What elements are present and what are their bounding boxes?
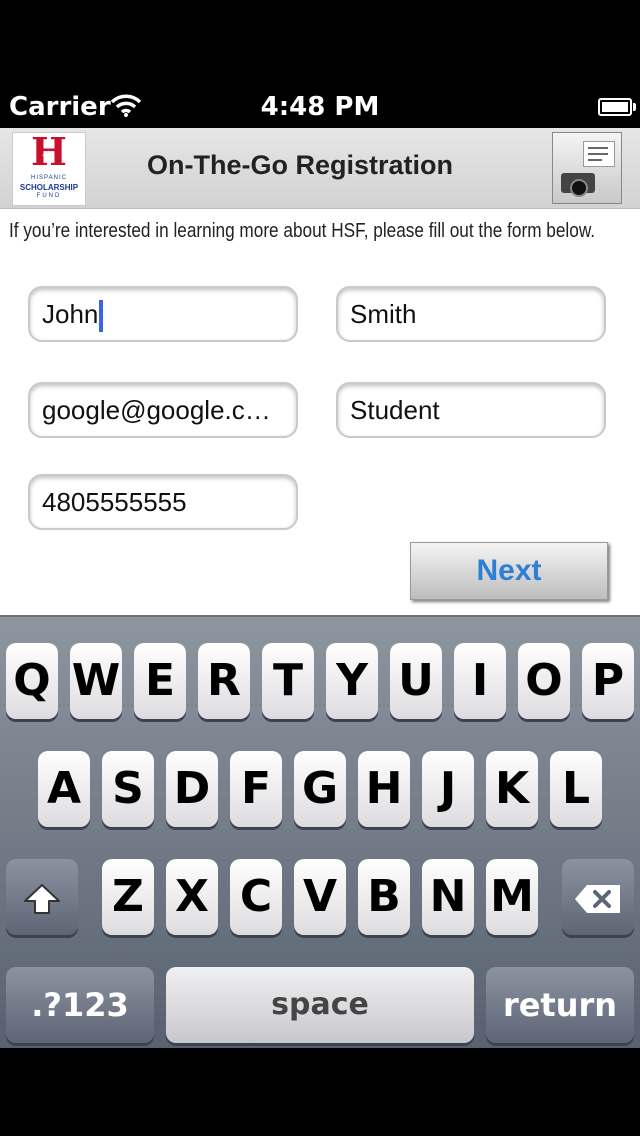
- intro-text: If you’re interested in learning more ab…: [9, 220, 596, 242]
- first-name-value: John: [42, 299, 99, 329]
- keyboard: Q W E R T Y U I O P A S D F G H J K L Z …: [0, 615, 640, 1050]
- key-k[interactable]: K: [486, 751, 538, 827]
- key-n[interactable]: N: [422, 859, 474, 935]
- key-o[interactable]: O: [518, 643, 570, 719]
- key-p[interactable]: P: [582, 643, 634, 719]
- key-m[interactable]: M: [486, 859, 538, 935]
- return-key[interactable]: return: [486, 967, 634, 1043]
- numbers-key[interactable]: .?123: [6, 967, 154, 1043]
- key-c[interactable]: C: [230, 859, 282, 935]
- key-s[interactable]: S: [102, 751, 154, 827]
- key-b[interactable]: B: [358, 859, 410, 935]
- delete-key[interactable]: [562, 859, 634, 935]
- next-button[interactable]: Next: [410, 542, 608, 600]
- key-j[interactable]: J: [422, 751, 474, 827]
- key-g[interactable]: G: [294, 751, 346, 827]
- shift-icon: [24, 884, 60, 914]
- key-e[interactable]: E: [134, 643, 186, 719]
- camera-button[interactable]: [552, 132, 622, 204]
- registration-screen: H ★ HISPANIC SCHOLARSHIP FUND On-The-Go …: [0, 128, 640, 615]
- phone-field[interactable]: 4805555555: [28, 474, 298, 530]
- key-t[interactable]: T: [262, 643, 314, 719]
- bottom-bezel: [0, 1048, 640, 1136]
- key-l[interactable]: L: [550, 751, 602, 827]
- key-w[interactable]: W: [70, 643, 122, 719]
- shift-key[interactable]: [6, 859, 78, 935]
- camera-lens: [570, 179, 588, 197]
- key-i[interactable]: I: [454, 643, 506, 719]
- last-name-field[interactable]: Smith: [336, 286, 606, 342]
- clock: 4:48 PM: [260, 92, 380, 122]
- key-r[interactable]: R: [198, 643, 250, 719]
- first-name-field[interactable]: John: [28, 286, 298, 342]
- text-cursor: [99, 300, 104, 333]
- battery-icon: [598, 98, 636, 116]
- key-a[interactable]: A: [38, 751, 90, 827]
- key-y[interactable]: Y: [326, 643, 378, 719]
- space-key[interactable]: space: [166, 967, 474, 1043]
- key-v[interactable]: V: [294, 859, 346, 935]
- logo-line3: FUND: [36, 193, 62, 199]
- key-h[interactable]: H: [358, 751, 410, 827]
- backspace-icon: [575, 885, 620, 913]
- header-bar: H ★ HISPANIC SCHOLARSHIP FUND On-The-Go …: [0, 128, 640, 209]
- key-z[interactable]: Z: [102, 859, 154, 935]
- key-q[interactable]: Q: [6, 643, 58, 719]
- page-title: On-The-Go Registration: [147, 150, 453, 180]
- role-field[interactable]: Student: [336, 382, 606, 438]
- document-icon: [583, 141, 615, 167]
- logo-line2: SCHOLARSHIP: [19, 183, 79, 192]
- key-u[interactable]: U: [390, 643, 442, 719]
- status-bar: Carrier 4:48 PM: [0, 88, 640, 128]
- key-x[interactable]: X: [166, 859, 218, 935]
- key-d[interactable]: D: [166, 751, 218, 827]
- email-field[interactable]: google@google.c…: [28, 382, 298, 438]
- key-f[interactable]: F: [230, 751, 282, 827]
